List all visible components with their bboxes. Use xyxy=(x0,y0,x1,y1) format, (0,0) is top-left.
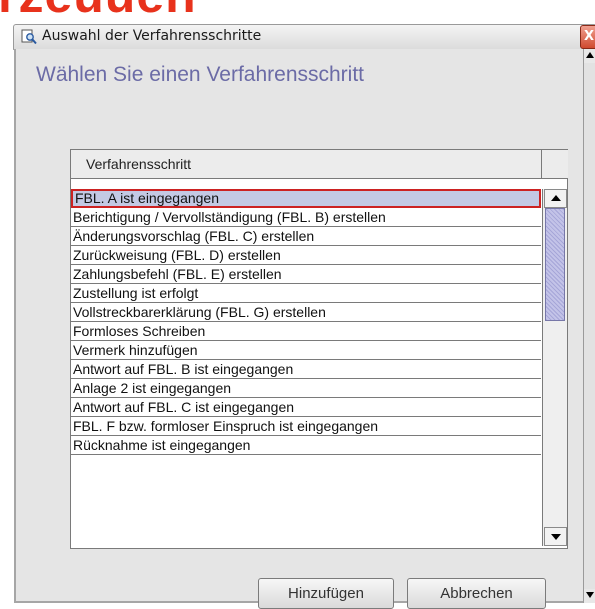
dialog-heading: Wählen Sie einen Verfahrensschritt xyxy=(36,63,365,86)
arrow-down-icon xyxy=(585,592,594,598)
table-row[interactable]: Antwort auf FBL. C ist eingegangen xyxy=(71,398,541,417)
table-row[interactable]: Vollstreckbarerklärung (FBL. G) erstelle… xyxy=(71,303,541,322)
table-rows: FBL. A ist eingegangen Berichtigung / Ver… xyxy=(71,189,541,548)
table-row-selected[interactable]: FBL. A ist eingegangen xyxy=(71,189,541,208)
arrow-up-icon xyxy=(550,195,561,201)
column-header[interactable]: Verfahrensschritt xyxy=(71,150,541,179)
background-title-text: rzeuuen xyxy=(0,0,197,24)
magnifier-document-icon xyxy=(21,29,37,45)
table-row[interactable]: Formloses Schreiben xyxy=(71,322,541,341)
table-row[interactable]: Rücknahme ist eingegangen xyxy=(71,436,541,455)
list-scrollbar[interactable] xyxy=(542,189,567,546)
window-scrollbar[interactable] xyxy=(583,49,595,603)
table-row[interactable]: Vermerk hinzufügen xyxy=(71,341,541,360)
column-header-label: Verfahrensschritt xyxy=(86,156,192,172)
window-scroll-down-button[interactable] xyxy=(584,589,595,603)
header-corner xyxy=(541,150,568,179)
title-bar[interactable]: Auswahl der Verfahrensschritte X xyxy=(13,24,595,50)
dialog-content: Wählen Sie einen Verfahrensschritt Verfa… xyxy=(14,49,586,603)
table-row[interactable]: Änderungsvorschlag (FBL. C) erstellen xyxy=(71,227,541,246)
scroll-down-button[interactable] xyxy=(544,527,567,546)
table-row[interactable]: Anlage 2 ist eingegangen xyxy=(71,379,541,398)
add-button[interactable]: Hinzufügen xyxy=(258,578,394,609)
table-row[interactable]: Antwort auf FBL. B ist eingegangen xyxy=(71,360,541,379)
table-row[interactable]: Zahlungsbefehl (FBL. E) erstellen xyxy=(71,265,541,284)
table-row[interactable]: Zurückweisung (FBL. D) erstellen xyxy=(71,246,541,265)
table-row[interactable]: Zustellung ist erfolgt xyxy=(71,284,541,303)
table-row[interactable]: Berichtigung / Vervollständigung (FBL. B… xyxy=(71,208,541,227)
window-scroll-up-button[interactable] xyxy=(584,49,595,63)
arrow-down-icon xyxy=(550,534,561,540)
window-title: Auswahl der Verfahrensschritte xyxy=(42,28,262,44)
arrow-up-icon xyxy=(585,52,594,58)
dialog-window: Auswahl der Verfahrensschritte X Wählen … xyxy=(0,22,595,609)
scroll-thumb[interactable] xyxy=(545,208,565,321)
close-button[interactable]: X xyxy=(580,25,595,49)
table-row[interactable]: FBL. F bzw. formloser Einspruch ist eing… xyxy=(71,417,541,436)
scroll-up-button[interactable] xyxy=(544,189,567,208)
cancel-button[interactable]: Abbrechen xyxy=(407,578,546,609)
procedure-steps-table: Verfahrensschritt FBL. A ist eingegangen… xyxy=(70,149,568,549)
